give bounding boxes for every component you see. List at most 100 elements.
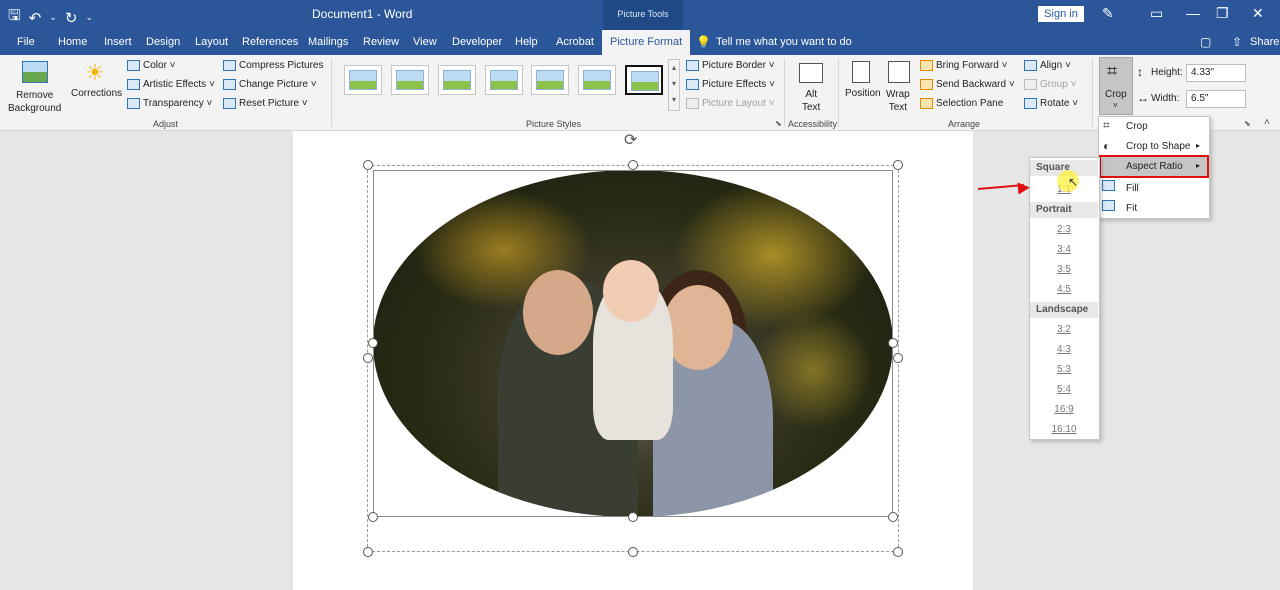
tab-insert[interactable]: Insert [104,36,132,48]
undo-icon[interactable]: ↶ [29,9,42,27]
resize-handle[interactable] [363,547,373,557]
aspect-5-4[interactable]: 5:4 [1029,384,1099,395]
aspect-16-10[interactable]: 16:10 [1029,424,1099,435]
crop-button[interactable]: ⌗ Crop ˅ [1099,57,1133,115]
picture-style-6[interactable] [578,65,616,95]
comments-icon[interactable]: ▢ [1200,35,1211,49]
corrections-button[interactable]: Corrections [71,88,122,99]
pen-icon[interactable]: ✎ [1102,5,1114,22]
rotate-handle-icon[interactable]: ⟳ [624,130,637,150]
ribbon: Remove Background ☀ Corrections Color ˅ … [0,55,1280,131]
picture-style-4[interactable] [485,65,523,95]
tab-home[interactable]: Home [58,36,87,48]
bring-forward-button[interactable]: Bring Forward ˅ [920,60,1007,71]
picture-style-2[interactable] [391,65,429,95]
resize-handle[interactable] [363,160,373,170]
aspect-4-5[interactable]: 4:5 [1029,284,1099,295]
picture-border-icon [686,60,699,71]
resize-handle[interactable] [893,353,903,363]
tab-developer[interactable]: Developer [452,36,502,48]
resize-handle[interactable] [888,512,898,522]
resize-handle[interactable] [368,512,378,522]
undo-dropdown-icon[interactable]: ⌄ [49,12,57,23]
picture-style-1[interactable] [344,65,382,95]
color-button[interactable]: Color ˅ [127,60,176,71]
tab-acrobat[interactable]: Acrobat [556,36,594,48]
send-backward-button[interactable]: Send Backward ˅ [920,79,1015,90]
customize-qat-icon[interactable]: ⌄ [85,12,93,23]
tab-file[interactable]: File [17,36,35,48]
aspect-2-3[interactable]: 2:3 [1029,224,1099,235]
menu-item-crop-to-shape[interactable]: Crop to Shape [1126,141,1191,152]
rotate-label: Rotate [1040,98,1070,110]
rotate-button[interactable]: Rotate ˅ [1024,98,1078,109]
aspect-16-9[interactable]: 16:9 [1029,404,1099,415]
resize-handle[interactable] [628,160,638,170]
wrap-text-button[interactable]: Wrap Text [886,88,910,114]
remove-background-button[interactable]: Remove Background [8,89,61,115]
tell-me-search[interactable]: Tell me what you want to do [716,36,852,48]
menu-item-fit[interactable]: Fit [1126,203,1137,214]
reset-picture-icon [223,98,236,109]
tab-references[interactable]: References [242,36,298,48]
picture-effects-button[interactable]: Picture Effects ˅ [686,79,775,90]
restore-icon[interactable]: ❐ [1216,5,1229,22]
aspect-3-4[interactable]: 3:4 [1029,244,1099,255]
submenu-arrow-icon: ▸ [1196,141,1201,150]
position-button[interactable]: Position [845,88,881,99]
tab-mailings[interactable]: Mailings [308,36,348,48]
mouse-cursor-icon: ↖ [1068,175,1079,189]
resize-handle[interactable] [628,512,638,522]
tab-layout[interactable]: Layout [195,36,228,48]
aspect-4-3[interactable]: 4:3 [1029,344,1099,355]
width-field[interactable]: 6.5" [1186,90,1246,108]
group-button[interactable]: Group ˅ [1024,79,1076,90]
picture-style-3[interactable] [438,65,476,95]
sign-in-button[interactable]: Sign in [1038,6,1084,22]
rotate-icon [1024,98,1037,109]
change-picture-button[interactable]: Change Picture ˅ [223,79,317,90]
tab-view[interactable]: View [413,36,437,48]
picture-layout-button[interactable]: Picture Layout ˅ [686,98,775,109]
aspect-3-2[interactable]: 3:2 [1029,324,1099,335]
collapse-ribbon-icon[interactable]: ˄ [1264,117,1270,128]
menu-item-crop[interactable]: Crop [1126,121,1148,132]
redo-icon[interactable]: ↻ [65,9,78,27]
selection-pane-button[interactable]: Selection Pane [920,98,1003,109]
resize-handle[interactable] [893,547,903,557]
tab-review[interactable]: Review [363,36,399,48]
picture-border-button[interactable]: Picture Border ˅ [686,60,775,71]
menu-item-fill[interactable]: Fill [1126,183,1139,194]
adjust-group-label: Adjust [153,119,179,129]
share-button[interactable]: Share [1250,36,1279,48]
tab-picture-format[interactable]: Picture Format [602,30,691,55]
resize-handle[interactable] [368,338,378,348]
reset-picture-button[interactable]: Reset Picture ˅ [223,98,308,109]
save-icon[interactable]: 🖫 [8,5,21,30]
resize-handle[interactable] [888,338,898,348]
height-field[interactable]: 4.33" [1186,64,1246,82]
transparency-button[interactable]: Transparency ˅ [127,98,212,109]
resize-handle[interactable] [363,353,373,363]
minimize-icon[interactable]: — [1186,5,1200,21]
compress-pictures-button[interactable]: Compress Pictures [223,60,323,71]
separator [1092,59,1093,127]
alt-text-button[interactable]: Alt Text [802,88,820,114]
close-icon[interactable]: ✕ [1252,5,1264,22]
ribbon-display-icon[interactable]: ▭ [1150,5,1163,22]
aspect-3-5[interactable]: 3:5 [1029,264,1099,275]
styles-scroll-icon[interactable]: ▴ ▾ ▾ [668,59,680,111]
picture-style-7[interactable] [625,65,663,95]
selection-pane-icon [920,98,933,109]
tab-design[interactable]: Design [146,36,180,48]
resize-handle[interactable] [893,160,903,170]
tab-help[interactable]: Help [515,36,538,48]
picture-style-5[interactable] [531,65,569,95]
align-button[interactable]: Align ˅ [1024,60,1071,71]
remove-background-icon [22,61,48,83]
aspect-5-3[interactable]: 5:3 [1029,364,1099,375]
resize-handle[interactable] [628,547,638,557]
artistic-effects-button[interactable]: Artistic Effects ˅ [127,79,215,90]
dialog-launcher-icon[interactable]: ⬊ [775,119,782,128]
size-dialog-launcher-icon[interactable]: ⬊ [1244,119,1251,128]
